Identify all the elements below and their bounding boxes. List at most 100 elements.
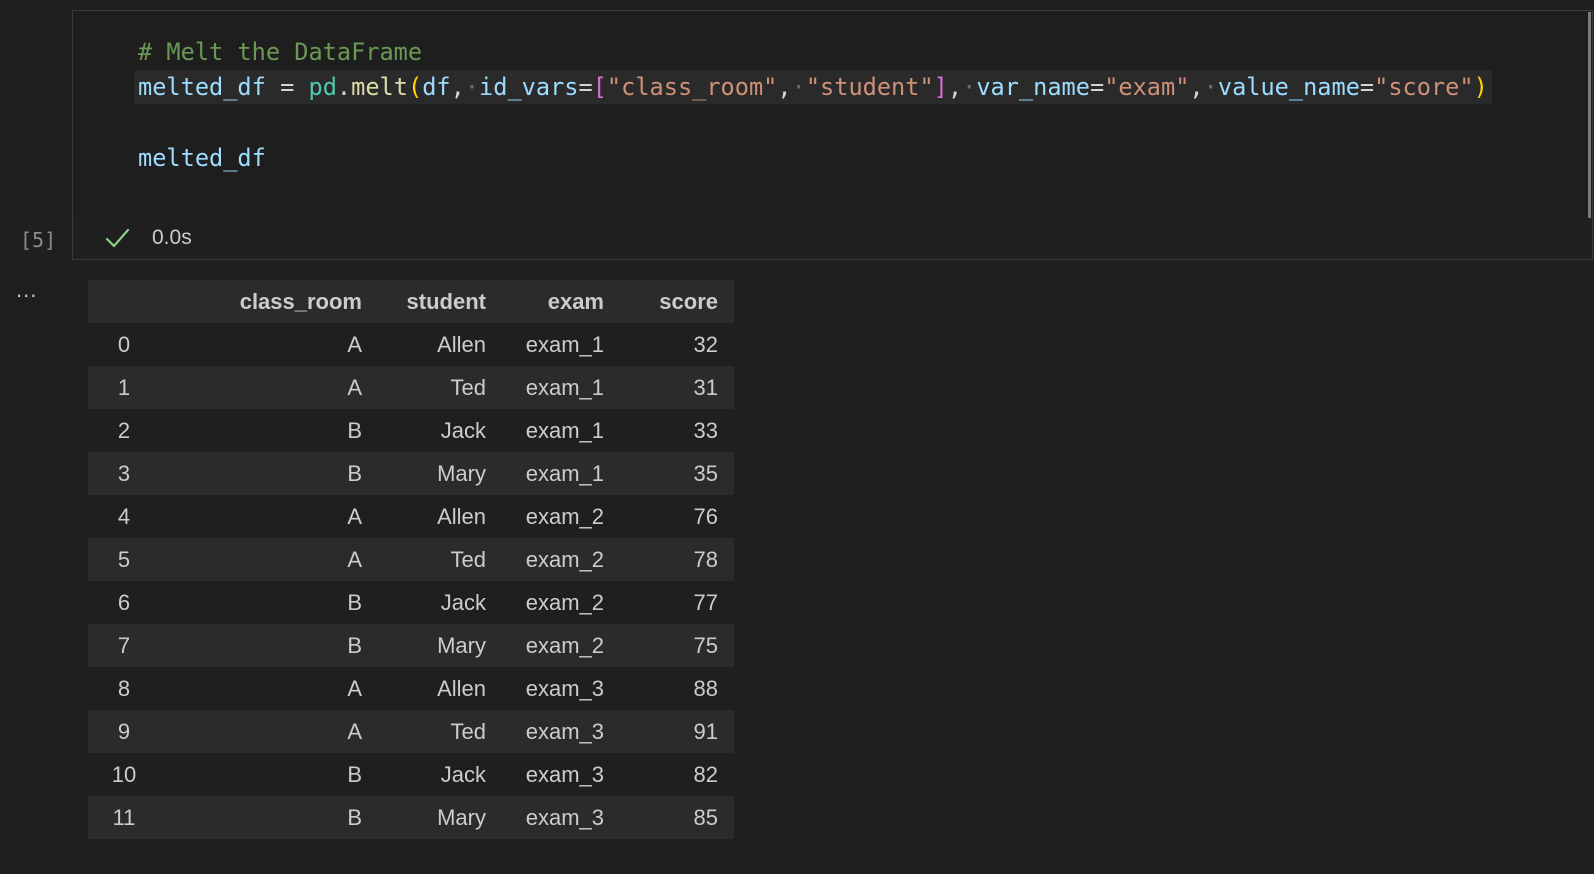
table-row: 4 A Allen exam_2 76	[88, 495, 734, 538]
cell-score: 32	[693, 331, 718, 357]
editor-scrollbar[interactable]	[1588, 12, 1591, 218]
code-token: ·	[1203, 73, 1218, 101]
column-header-student: student	[406, 288, 486, 314]
dataframe-table: class_room student exam score 0 A Allen exam_1…	[88, 280, 734, 839]
code-token: =	[1089, 73, 1105, 101]
cell-exam: exam_3	[525, 718, 604, 744]
cell-student: Allen	[437, 331, 486, 357]
cell-score: 31	[693, 374, 718, 400]
cell-index: 1	[117, 374, 131, 400]
cell-score: 78	[693, 546, 718, 572]
code-token: (	[407, 73, 423, 101]
code-token: =	[280, 73, 295, 101]
code-token: id_vars	[479, 73, 579, 101]
cell-exam: exam_3	[525, 804, 604, 830]
cell-index: 11	[112, 804, 136, 830]
cell-index: 10	[111, 761, 137, 787]
cell-index: 9	[117, 718, 131, 744]
table-body: 0 A Allen exam_1 32 1 A Ted exam_1 31 2 B Jack exam_1…	[88, 323, 734, 839]
cell-exam: exam_2	[525, 546, 604, 572]
cell-exam: exam_1	[525, 417, 604, 443]
code-token: df	[422, 73, 451, 101]
cell-score: 75	[693, 632, 718, 658]
cell-class-room: A	[347, 374, 362, 400]
cell-class-room: A	[347, 503, 362, 529]
cell-class-room: A	[347, 675, 362, 701]
column-header-score: score	[659, 288, 718, 314]
cell-student: Jack	[440, 417, 486, 443]
cell-class-room: A	[347, 718, 362, 744]
cell-index: 6	[117, 589, 131, 615]
code-token: var_name	[976, 73, 1090, 101]
cell-student: Allen	[437, 675, 486, 701]
code-token: melt	[351, 73, 408, 101]
code-token: ,	[777, 73, 792, 101]
code-comment-line[interactable]: # Melt the DataFrame	[138, 34, 422, 70]
table-row: 8 A Allen exam_3 88	[88, 667, 734, 710]
table-row: 6 B Jack exam_2 77	[88, 581, 734, 624]
table-row: 0 A Allen exam_1 32	[88, 323, 734, 366]
code-token: =	[578, 73, 593, 101]
cell-student: Mary	[437, 804, 486, 830]
cell-index: 4	[117, 503, 131, 529]
code-token: )	[1473, 73, 1488, 101]
cell-score: 82	[693, 761, 718, 787]
cell-student: Ted	[450, 718, 486, 744]
code-token: value_name	[1217, 73, 1360, 101]
output-more-actions-icon[interactable]: ...	[16, 279, 37, 301]
code-editor[interactable]: # Melt the DataFrame melted_df = pd.melt…	[74, 12, 1591, 218]
cell-class-room: B	[347, 589, 362, 615]
cell-class-room: A	[347, 331, 362, 357]
code-token: melted_df	[138, 73, 266, 101]
table-row: 1 A Ted exam_1 31	[88, 366, 734, 409]
code-token: "score"	[1374, 73, 1474, 101]
cell-student: Mary	[437, 632, 486, 658]
code-token: "student"	[805, 73, 934, 101]
cell-index: 3	[117, 460, 131, 486]
code-token: ,	[947, 73, 963, 101]
check-icon	[105, 228, 130, 248]
column-header-index	[88, 280, 160, 323]
table-row: 2 B Jack exam_1 33	[88, 409, 734, 452]
code-token: ,	[450, 73, 465, 101]
cell-student: Jack	[440, 589, 486, 615]
code-token: ·	[791, 73, 806, 101]
cell-student: Jack	[440, 761, 486, 787]
code-melt-line[interactable]: melted_df = pd.melt(df,·id_vars=["class_…	[138, 69, 1488, 105]
cell-student: Ted	[450, 546, 486, 572]
cell-class-room: B	[347, 761, 362, 787]
code-token: pd	[308, 73, 337, 101]
code-token: [	[592, 73, 607, 101]
cell-exam: exam_3	[525, 761, 604, 787]
code-token: ]	[933, 73, 948, 101]
cell-class-room: B	[347, 632, 362, 658]
column-header-class-room: class_room	[239, 288, 362, 314]
code-token: ·	[962, 73, 977, 101]
code-token: "class_room"	[606, 73, 778, 101]
cell-score: 33	[693, 417, 718, 443]
code-cell[interactable]: # Melt the DataFrame melted_df = pd.melt…	[72, 10, 1593, 260]
cell-score: 76	[693, 503, 718, 529]
cell-exam: exam_1	[525, 331, 604, 357]
table-row: 11 B Mary exam_3 85	[88, 796, 734, 839]
cell-exam: exam_2	[525, 632, 604, 658]
cell-score: 35	[693, 460, 718, 486]
cell-index: 0	[117, 331, 131, 357]
code-token: =	[1359, 73, 1375, 101]
code-token: .	[336, 73, 352, 101]
cell-index: 2	[117, 417, 131, 443]
cell-exam: exam_1	[525, 374, 604, 400]
cell-score: 85	[693, 804, 718, 830]
table-row: 10 B Jack exam_3 82	[88, 753, 734, 796]
cell-class-room: B	[347, 417, 362, 443]
notebook: # Melt the DataFrame melted_df = pd.melt…	[0, 0, 1594, 874]
cell-index: 5	[117, 546, 131, 572]
code-token: ,	[1189, 73, 1204, 101]
cell-score: 77	[693, 589, 718, 615]
cell-exam: exam_1	[525, 460, 604, 486]
table-row: 7 B Mary exam_2 75	[88, 624, 734, 667]
code-token: ·	[464, 73, 480, 101]
code-output-line[interactable]: melted_df	[138, 140, 266, 176]
